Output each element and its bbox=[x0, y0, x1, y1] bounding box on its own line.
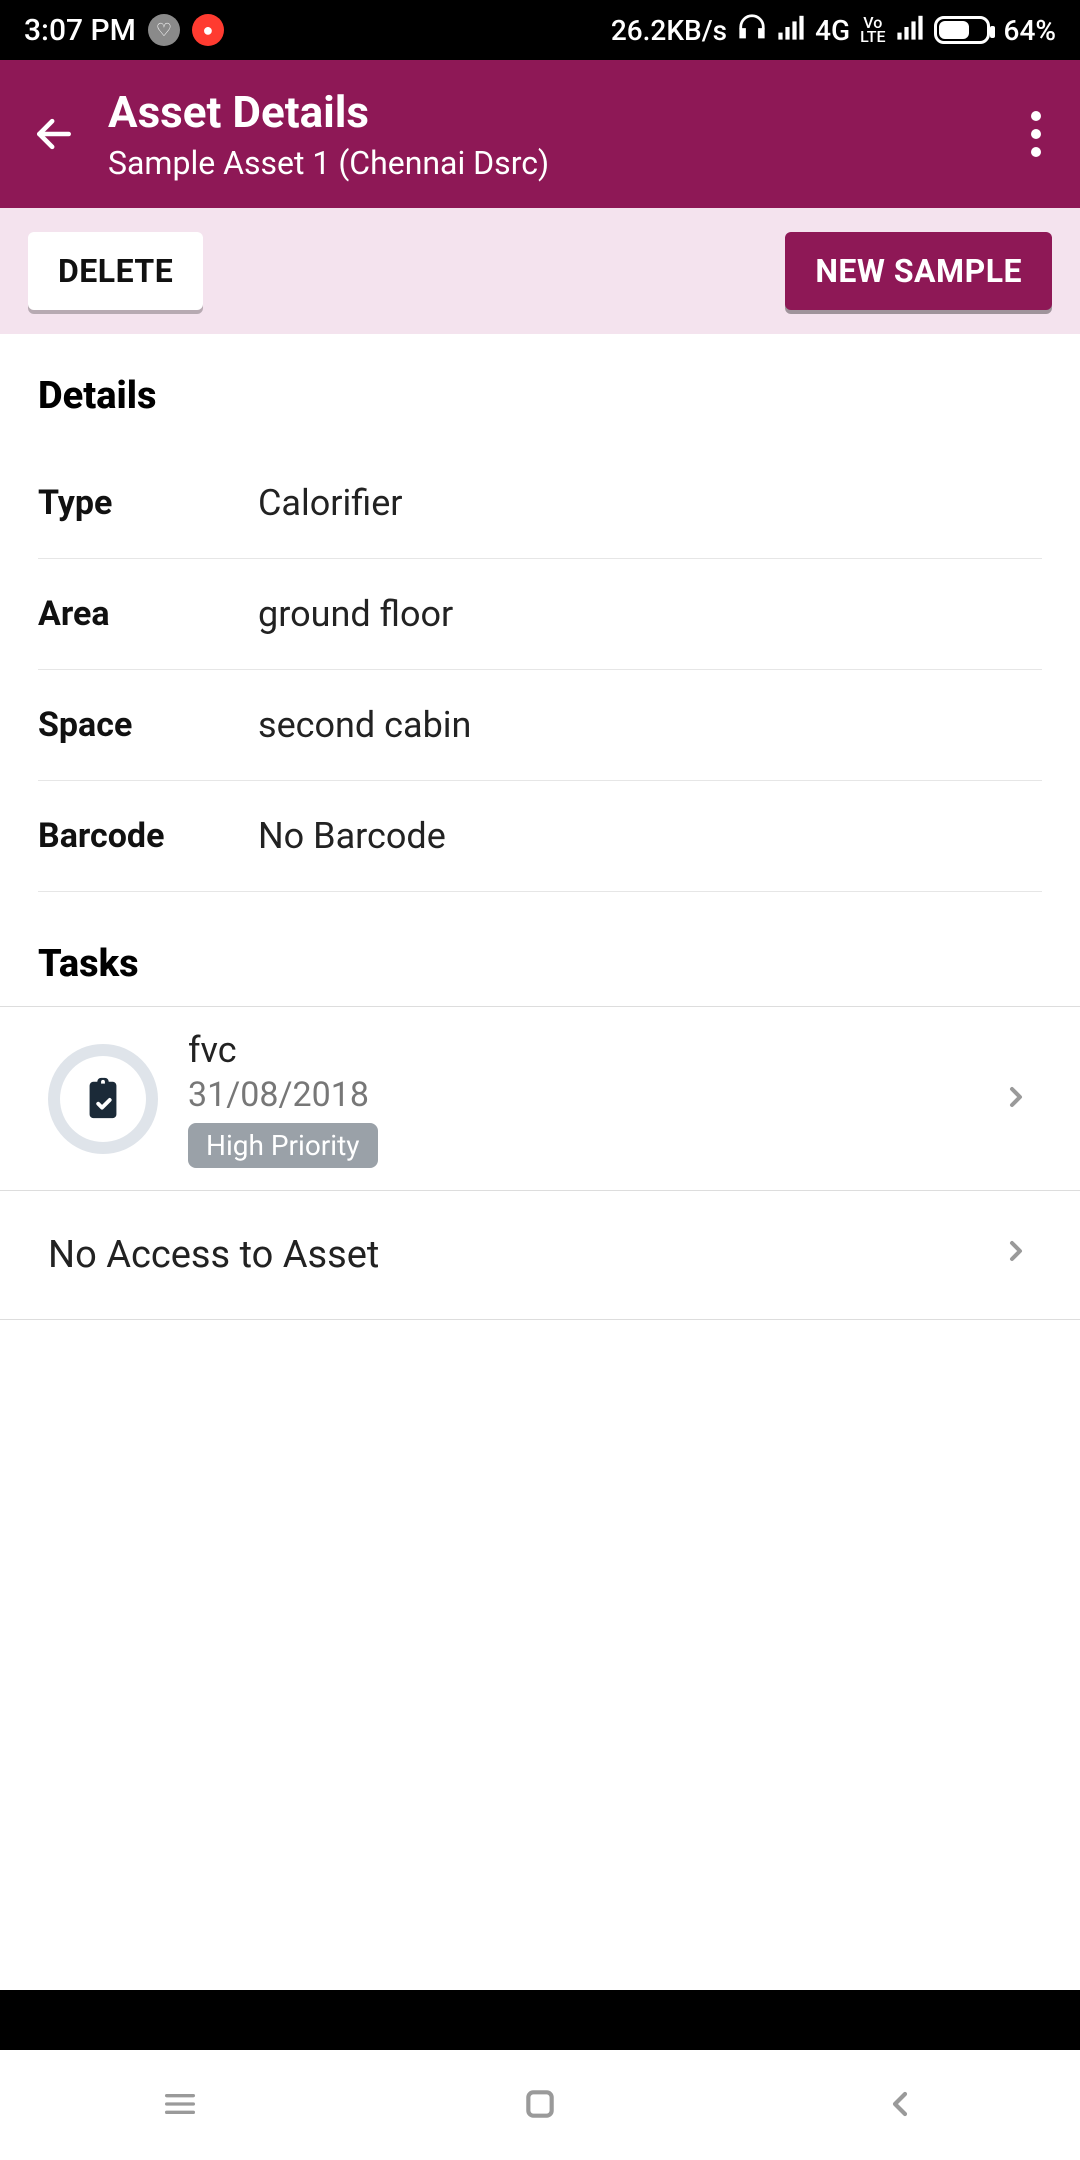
detail-row-area: Area ground floor bbox=[38, 559, 1042, 670]
no-access-item[interactable]: No Access to Asset bbox=[0, 1191, 1080, 1320]
detail-row-type: Type Calorifier bbox=[38, 448, 1042, 559]
arrow-left-icon bbox=[32, 112, 76, 156]
detail-value: Calorifier bbox=[258, 482, 403, 524]
detail-label: Type bbox=[38, 483, 258, 523]
status-battery-pct: 64% bbox=[1004, 14, 1056, 47]
detail-label: Space bbox=[38, 705, 258, 745]
status-time: 3:07 PM bbox=[24, 13, 136, 48]
record-icon: ● bbox=[192, 14, 224, 46]
back-button[interactable] bbox=[24, 104, 84, 164]
new-sample-button[interactable]: NEW SAMPLE bbox=[785, 232, 1052, 310]
bottom-black-bar bbox=[0, 1990, 1080, 2050]
task-date: 31/08/2018 bbox=[188, 1075, 970, 1115]
status-net-speed: 26.2KB/s bbox=[611, 14, 727, 47]
delete-button[interactable]: DELETE bbox=[28, 232, 203, 310]
app-header: Asset Details Sample Asset 1 (Chennai Ds… bbox=[0, 60, 1080, 208]
no-access-label: No Access to Asset bbox=[48, 1233, 379, 1277]
signal-icon bbox=[777, 13, 805, 48]
task-status-icon bbox=[48, 1044, 158, 1154]
delete-button-label: DELETE bbox=[58, 252, 173, 290]
nav-back-button[interactable] bbox=[880, 2084, 920, 2128]
task-name: fvc bbox=[188, 1029, 970, 1071]
battery-icon bbox=[934, 16, 994, 44]
status-bar: 3:07 PM ♡ ● 26.2KB/s 4G VoLTE 64% bbox=[0, 0, 1080, 60]
headphones-icon bbox=[737, 12, 767, 49]
overflow-menu-button[interactable] bbox=[1016, 111, 1056, 157]
task-item[interactable]: fvc 31/08/2018 High Priority bbox=[0, 1007, 1080, 1191]
signal-icon-2 bbox=[896, 13, 924, 48]
heart-icon: ♡ bbox=[148, 14, 180, 46]
system-nav-bar bbox=[0, 2050, 1080, 2160]
detail-value: second cabin bbox=[258, 704, 471, 746]
clipboard-check-icon bbox=[80, 1076, 126, 1122]
tasks-section-title: Tasks bbox=[38, 942, 1042, 986]
nav-recent-button[interactable] bbox=[160, 2084, 200, 2128]
detail-row-barcode: Barcode No Barcode bbox=[38, 781, 1042, 892]
nav-home-button[interactable] bbox=[520, 2084, 560, 2128]
priority-badge: High Priority bbox=[188, 1123, 378, 1168]
action-bar: DELETE NEW SAMPLE bbox=[0, 208, 1080, 334]
details-section-title: Details bbox=[38, 374, 1042, 418]
detail-value: ground floor bbox=[258, 593, 453, 635]
chevron-right-icon bbox=[1000, 1233, 1032, 1277]
new-sample-button-label: NEW SAMPLE bbox=[815, 252, 1022, 290]
detail-label: Barcode bbox=[38, 816, 258, 856]
chevron-right-icon bbox=[1000, 1081, 1032, 1117]
volte-icon: VoLTE bbox=[860, 16, 885, 44]
detail-value: No Barcode bbox=[258, 815, 446, 857]
status-net-type: 4G bbox=[815, 14, 850, 47]
page-subtitle: Sample Asset 1 (Chennai Dsrc) bbox=[108, 144, 1016, 182]
page-title: Asset Details bbox=[108, 86, 1016, 138]
detail-row-space: Space second cabin bbox=[38, 670, 1042, 781]
detail-label: Area bbox=[38, 594, 258, 634]
